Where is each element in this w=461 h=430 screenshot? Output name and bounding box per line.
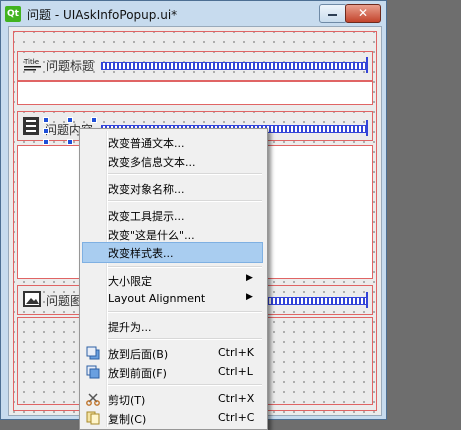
menu-item-layout-alignment[interactable]: Layout Alignment ▶ [82, 289, 263, 310]
bring-to-front-icon [86, 365, 100, 379]
menu-item-size-constraints[interactable]: 大小限定 ▶ [82, 270, 263, 291]
selection-handle[interactable] [43, 117, 49, 123]
menu-separator [108, 266, 262, 268]
menu-separator [108, 384, 262, 386]
menu-item-label: 改变"这是什么"... [108, 229, 195, 242]
context-menu: 改变普通文本... 改变多信息文本... 改变对象名称... 改变工具提示...… [79, 128, 268, 430]
send-to-back-icon [86, 346, 100, 360]
question-image-label: 问题图 [46, 294, 83, 308]
menu-item-change-rich-text[interactable]: 改变多信息文本... [82, 151, 263, 172]
menu-item-label: 改变多信息文本... [108, 156, 196, 169]
menu-item-label: 放到后面(B) [108, 348, 169, 361]
question-title-label: 问题标题 [46, 59, 95, 73]
menu-separator [108, 311, 262, 313]
qt-logo-icon: Qt [5, 6, 21, 22]
text-edit-widget-icon [23, 117, 39, 135]
menu-item-label: 改变普通文本... [108, 137, 185, 150]
spacer-end [366, 120, 368, 136]
menu-separator [108, 338, 262, 340]
menu-item-label: 复制(C) [108, 413, 147, 426]
menu-item-bring-to-front[interactable]: 放到前面(F) Ctrl+L [82, 362, 263, 383]
menu-item-promote-to[interactable]: 提升为... [82, 316, 263, 337]
menu-item-label: 改变对象名称... [108, 183, 185, 196]
submenu-arrow-icon: ▶ [246, 292, 253, 302]
menu-item-label: Layout Alignment [108, 292, 206, 305]
menu-separator [108, 200, 262, 202]
selection-handle[interactable] [91, 117, 97, 123]
menu-item-copy[interactable]: 复制(C) Ctrl+C [82, 408, 263, 429]
spacer-end [366, 57, 368, 73]
menu-separator [108, 173, 262, 175]
close-button[interactable]: ✕ [345, 4, 381, 23]
label-widget-icon: Title [23, 58, 41, 71]
menu-item-change-stylesheet[interactable]: 改变样式表... [82, 242, 263, 263]
title-input-field[interactable] [17, 81, 373, 105]
menu-item-shortcut: Ctrl+X [218, 392, 255, 405]
menu-item-label: 改变工具提示... [108, 210, 185, 223]
menu-item-change-tooltip[interactable]: 改变工具提示... [82, 205, 263, 226]
minimize-button[interactable] [319, 4, 347, 23]
menu-item-change-plain-text[interactable]: 改变普通文本... [82, 132, 263, 153]
window-title: 问题 - UIAskInfoPopup.ui* [27, 8, 178, 22]
menu-item-label: 提升为... [108, 321, 152, 334]
menu-item-change-object-name[interactable]: 改变对象名称... [82, 178, 263, 199]
image-widget-icon [23, 291, 41, 307]
menu-item-cut[interactable]: 剪切(T) Ctrl+X [82, 389, 263, 410]
horizontal-spacer [101, 62, 366, 70]
menu-item-label: 放到前面(F) [108, 367, 167, 380]
title-bar[interactable]: Qt 问题 - UIAskInfoPopup.ui* ✕ [1, 1, 386, 26]
menu-item-label: 大小限定 [108, 275, 152, 288]
menu-item-label: 改变样式表... [108, 247, 174, 260]
scissors-icon [86, 393, 100, 406]
horizontal-spacer [267, 297, 366, 305]
menu-item-label: 剪切(T) [108, 394, 146, 407]
menu-item-send-to-back[interactable]: 放到后面(B) Ctrl+K [82, 343, 263, 364]
selection-handle[interactable] [43, 128, 49, 134]
selection-handle[interactable] [67, 117, 73, 123]
menu-item-shortcut: Ctrl+C [218, 411, 255, 424]
svg-text:Title: Title [23, 58, 39, 66]
submenu-arrow-icon: ▶ [246, 273, 253, 283]
spacer-end [366, 292, 368, 308]
menu-item-shortcut: Ctrl+L [218, 365, 253, 378]
menu-item-shortcut: Ctrl+K [218, 346, 255, 359]
